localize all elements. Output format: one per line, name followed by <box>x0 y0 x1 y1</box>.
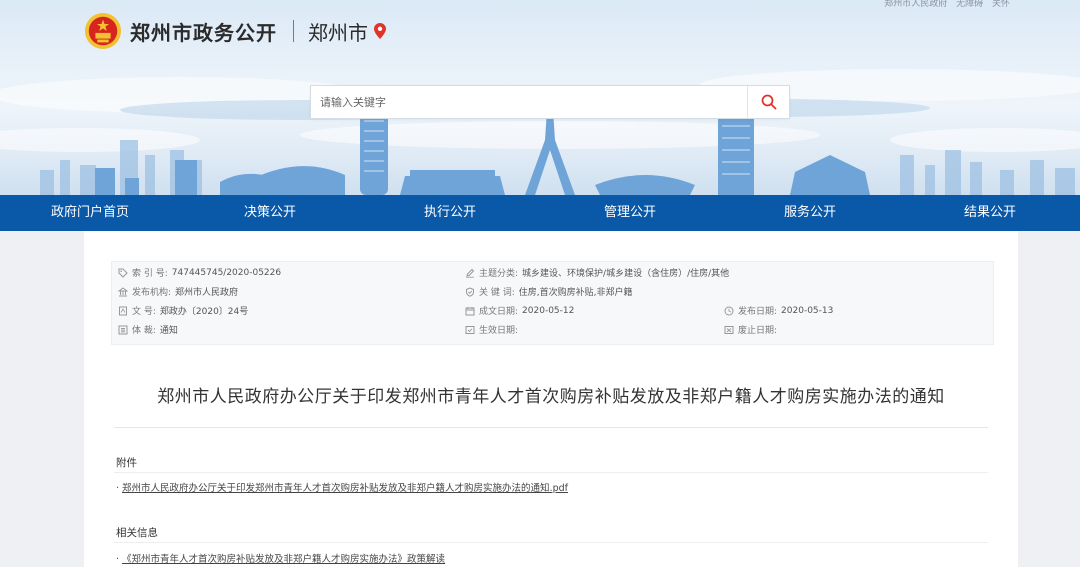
attachments-heading: 附件 <box>116 457 137 469</box>
national-emblem-icon <box>84 12 122 50</box>
site-brand[interactable]: 郑州市政务公开 郑州市 <box>84 12 386 50</box>
related-heading: 相关信息 <box>116 527 158 539</box>
nav-item-result[interactable]: 结果公开 <box>900 195 1080 231</box>
pencil-icon <box>466 268 475 278</box>
search-button[interactable] <box>747 86 789 118</box>
meta-value: 住房,首次购房补贴,非郑户籍 <box>518 288 633 298</box>
location-pin-icon[interactable] <box>374 23 386 39</box>
nav-item-decision[interactable]: 决策公开 <box>180 195 360 231</box>
meta-label: 体 裁: <box>132 326 156 336</box>
tag-icon <box>118 268 128 278</box>
nav-item-execution[interactable]: 执行公开 <box>360 195 540 231</box>
document-icon <box>119 306 127 315</box>
expired-icon <box>724 325 734 334</box>
meta-label: 生效日期: <box>479 326 519 336</box>
meta-value: 郑政办〔2020〕24号 <box>159 307 249 317</box>
nav-item-management[interactable]: 管理公开 <box>540 195 720 231</box>
document-title: 郑州市人民政府办公厅关于印发郑州市青年人才首次购房补贴发放及非郑户籍人才购房实施… <box>157 387 945 407</box>
nav-item-service[interactable]: 服务公开 <box>720 195 900 231</box>
meta-label: 关 键 词: <box>479 288 515 298</box>
clock-icon <box>724 306 734 315</box>
meta-label: 成文日期: <box>479 307 519 317</box>
institution-icon <box>118 286 128 296</box>
document-metadata: 索 引 号: 747445745/2020-05226 主题分类: 城乡建设、环… <box>111 261 994 345</box>
section-divider <box>114 542 988 543</box>
list-icon <box>118 325 128 334</box>
related-link[interactable]: 《郑州市青年人才首次购房补贴发放及非郑户籍人才购房实施办法》政策解读 <box>122 554 445 565</box>
top-link[interactable]: 郑州市人民政府 <box>884 0 947 9</box>
meta-value: 郑州市人民政府 <box>175 288 239 298</box>
meta-value: 747445745/2020-05226 <box>171 267 282 278</box>
main-nav: 政府门户首页 决策公开 执行公开 管理公开 服务公开 结果公开 <box>0 195 1080 231</box>
section-divider <box>114 472 988 473</box>
site-title: 郑州市政务公开 <box>130 20 277 45</box>
meta-label: 文 号: <box>132 307 156 317</box>
meta-label: 主题分类: <box>479 269 519 279</box>
shield-check-icon <box>466 286 474 297</box>
search-input[interactable] <box>311 86 747 118</box>
meta-value: 2020-05-13 <box>781 305 834 316</box>
meta-label: 索 引 号: <box>132 269 168 279</box>
attachment-link[interactable]: 郑州市人民政府办公厅关于印发郑州市青年人才首次购房补贴发放及非郑户籍人才购房实施… <box>122 483 568 494</box>
search-bar <box>310 85 790 119</box>
top-link[interactable]: 关怀 <box>992 0 1010 9</box>
meta-value: 2020-05-12 <box>522 305 575 316</box>
meta-value: 城乡建设、环境保护/城乡建设（含住房）/住房/其他 <box>522 269 730 279</box>
effective-icon <box>465 325 475 334</box>
attachment-item: · 郑州市人民政府办公厅关于印发郑州市青年人才首次购房补贴发放及非郑户籍人才购房… <box>116 483 568 494</box>
meta-label: 发布机构: <box>132 288 172 298</box>
brand-divider <box>293 20 294 42</box>
related-item: · 《郑州市青年人才首次购房补贴发放及非郑户籍人才购房实施办法》政策解读 <box>116 554 446 565</box>
meta-label: 发布日期: <box>738 307 778 317</box>
header-banner: 郑州市人民政府 无障碍 关怀 郑州市政务公开 郑州市 <box>0 0 1080 195</box>
city-name: 郑州市 <box>308 20 368 45</box>
top-link[interactable]: 无障碍 <box>956 0 983 9</box>
top-utility-links: 郑州市人民政府 无障碍 关怀 <box>878 0 1010 9</box>
nav-item-home[interactable]: 政府门户首页 <box>0 195 180 231</box>
search-icon <box>761 94 776 110</box>
meta-value: 通知 <box>159 326 178 336</box>
article-content: 索 引 号: 747445745/2020-05226 主题分类: 城乡建设、环… <box>84 231 1018 567</box>
meta-label: 废止日期: <box>738 326 778 336</box>
calendar-icon <box>465 306 475 315</box>
title-divider <box>114 427 988 428</box>
